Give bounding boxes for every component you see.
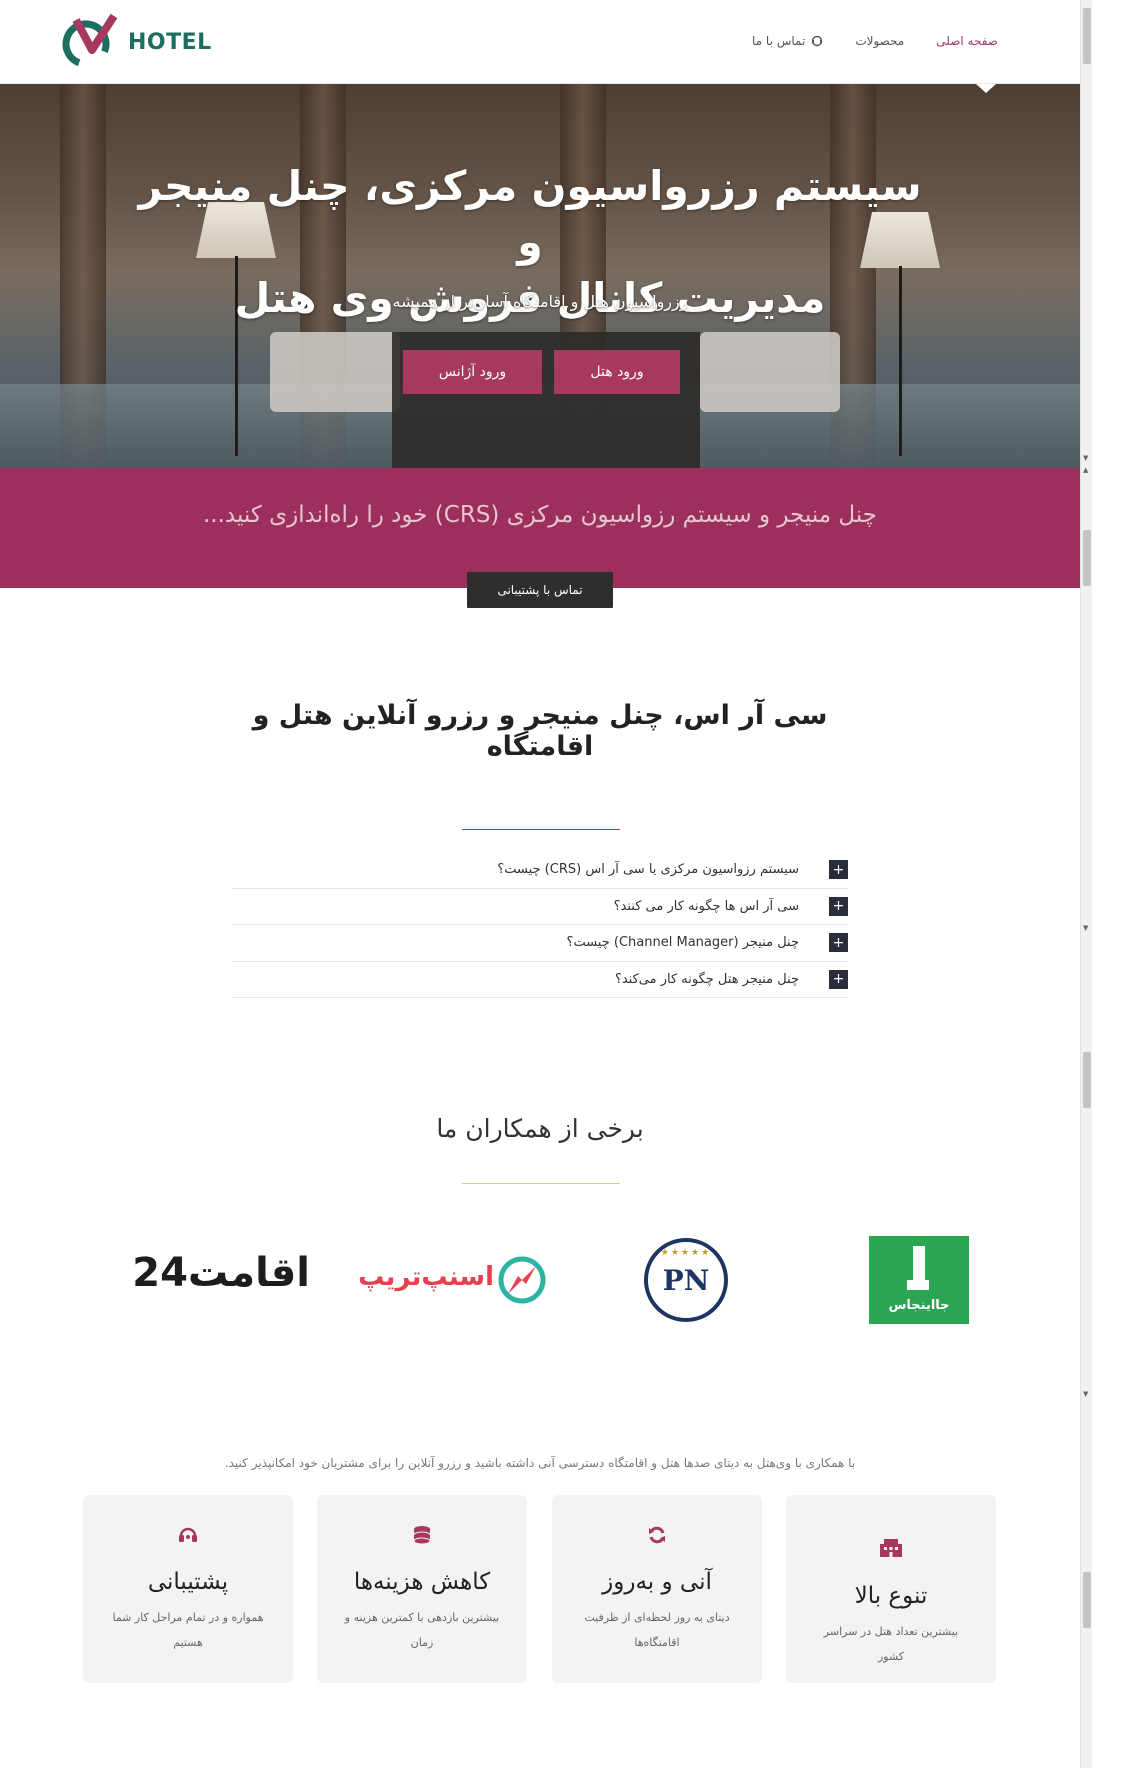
feature-card-desc: بیشترین بازدهی با کمترین هزینه و زمان (344, 1611, 500, 1649)
logo-text: HOTEL (128, 30, 212, 55)
partner-name: جااینجاس (888, 1298, 950, 1313)
feature-card-title: آنی و به‌روز (602, 1569, 712, 1595)
scrollbar-thumb[interactable] (1083, 8, 1091, 64)
refresh-icon (552, 1525, 762, 1550)
partner-name: PN (662, 1264, 710, 1297)
feature-card-desc: دیتای به روز لحظه‌ای از ظرفیت اقامتگاه‌ه… (584, 1611, 730, 1649)
partner-name: اسنپ‌تریپ (358, 1262, 494, 1292)
scrollbar-thumb[interactable] (1083, 530, 1091, 586)
hero-bg-sofa (270, 332, 400, 412)
site-logo[interactable]: HOTEL (62, 14, 211, 70)
scroll-up-arrow-icon[interactable]: ▲ (1083, 466, 1088, 474)
scrollbar-thumb[interactable] (1083, 1052, 1091, 1108)
coins-icon (317, 1525, 527, 1550)
partner-logo-pn[interactable]: ★★★★★ PN (644, 1238, 728, 1322)
feature-card-title: تنوع بالا (854, 1583, 928, 1609)
scroll-down-arrow-icon[interactable]: ▼ (1083, 1390, 1088, 1398)
plus-icon: + (829, 933, 848, 953)
faq-item-label: چنل منیجر (Channel Manager) چیست؟ (566, 935, 799, 951)
scroll-down-arrow-icon[interactable]: ▼ (1083, 454, 1088, 462)
feature-card-desc: بیشترین تعداد هتل در سراسر کشور (823, 1625, 959, 1663)
site-header: HOTEL تماس با ما محصولات صفحه اصلی (0, 0, 1080, 84)
scroll-down-arrow-icon[interactable]: ▼ (1083, 924, 1088, 932)
partner-logo-eghamat24[interactable]: اقامت24 (132, 1250, 310, 1308)
feature-card: پشتیبانی همواره و در تمام مراحل کار شما … (83, 1495, 293, 1683)
jainjas-mark-base-icon (907, 1280, 929, 1290)
section-separator (462, 829, 620, 830)
faq-accordion: + سیستم رزواسیون مرکزی یا سی آر اس (CRS)… (232, 852, 848, 998)
partner-logo-snapptrip[interactable]: اسنپ‌تریپ (358, 1252, 546, 1308)
feature-card: کاهش هزینه‌ها بیشترین بازدهی با کمترین ه… (317, 1495, 527, 1683)
feature-card-title: کاهش هزینه‌ها (353, 1569, 491, 1595)
features-intro: با همکاری با وی‌هتل به دیتای صدها هتل و … (224, 1456, 856, 1470)
stars-icon: ★★★★★ (660, 1248, 712, 1258)
partners-separator (462, 1183, 620, 1184)
main-nav: تماس با ما محصولات صفحه اصلی (736, 30, 1014, 52)
contact-support-button[interactable]: تماس با پشتیبانی (467, 572, 613, 608)
compass-icon (498, 1256, 546, 1304)
support-icon (812, 35, 823, 47)
partner-logo-jainjas[interactable]: جااینجاس (869, 1236, 969, 1324)
feature-card: تنوع بالا بیشترین تعداد هتل در سراسر کشو… (786, 1495, 996, 1683)
hero-subtitle: رزرواسیون هتل و اقامتگاه آسان‌تر از همیش… (392, 292, 688, 311)
banner-text: چنل منیجر و سیستم رزواسیون مرکزی (CRS) خ… (202, 502, 878, 528)
hotel-login-button[interactable]: ورود هتل (554, 350, 680, 394)
faq-item[interactable]: + سی آر اس ها چگونه کار می کنند؟ (232, 889, 848, 925)
faq-item-label: سی آر اس ها چگونه کار می کنند؟ (613, 898, 799, 914)
plus-icon: + (829, 860, 848, 880)
hero-section: سیستم رزرواسیون مرکزی، چنل منیجر و مدیری… (0, 84, 1080, 468)
partner-name: اقامت24 (132, 1250, 310, 1296)
feature-card-desc: همواره و در تمام مراحل کار شما هستیم (112, 1611, 264, 1649)
plus-icon: + (829, 969, 848, 989)
cta-banner: چنل منیجر و سیستم رزواسیون مرکزی (CRS) خ… (0, 468, 1080, 588)
scrollbar-thumb[interactable] (1083, 1572, 1091, 1628)
agency-login-button[interactable]: ورود آژانس (403, 350, 542, 394)
nav-home[interactable]: صفحه اصلی (920, 30, 1014, 52)
nav-contact[interactable]: تماس با ما (736, 30, 839, 52)
faq-item-label: چنل منیجر هتل چگونه کار می‌کند؟ (614, 971, 799, 987)
plus-icon: + (829, 896, 848, 916)
nav-contact-label: تماس با ما (752, 34, 806, 48)
faq-item-label: سیستم رزواسیون مرکزی یا سی آر اس (CRS) چ… (497, 862, 799, 878)
feature-card-title: پشتیبانی (147, 1569, 229, 1595)
page-scrollbar[interactable]: ▼ ▲ ▼ ▼ (1080, 0, 1092, 1768)
faq-item[interactable]: + چنل منیجر (Channel Manager) چیست؟ (232, 925, 848, 962)
partners-title: برخی از همکاران ما (436, 1114, 644, 1143)
logo-mark-icon (62, 14, 118, 68)
faq-item[interactable]: + چنل منیجر هتل چگونه کار می‌کند؟ (232, 962, 848, 998)
faq-item[interactable]: + سیستم رزواسیون مرکزی یا سی آر اس (CRS)… (232, 852, 848, 889)
jainjas-mark-icon (913, 1246, 925, 1280)
active-nav-caret (976, 84, 996, 93)
hero-bg-sofa (700, 332, 840, 412)
headset-icon (83, 1525, 293, 1550)
feature-card: آنی و به‌روز دیتای به روز لحظه‌ای از ظرف… (552, 1495, 762, 1683)
nav-products[interactable]: محصولات (839, 30, 920, 52)
section-title: سی آر اس، چنل منیجر و رزرو آنلاین هتل و … (252, 700, 828, 762)
building-icon (786, 1539, 996, 1562)
hero-title-line1: سیستم رزرواسیون مرکزی، چنل منیجر و (138, 162, 922, 266)
